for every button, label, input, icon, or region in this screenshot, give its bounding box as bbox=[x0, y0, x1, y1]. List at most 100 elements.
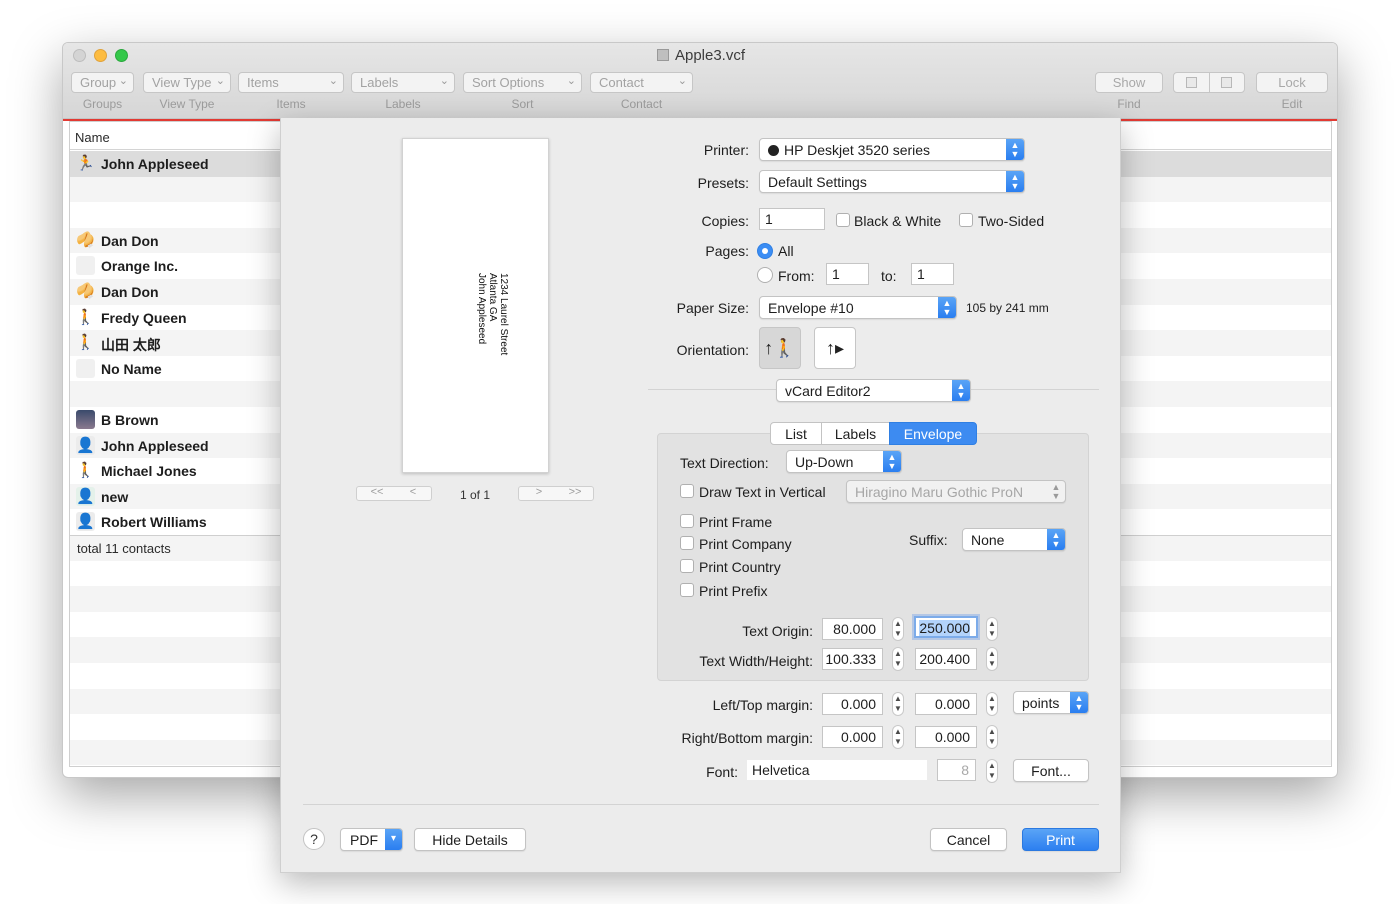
chevron-down-icon: ⌄ bbox=[215, 75, 225, 87]
top-margin-stepper[interactable]: ▲ ▼ bbox=[986, 692, 998, 716]
popup-arrows-icon: ▲ ▼ bbox=[1006, 139, 1024, 160]
pages-all-label: All bbox=[778, 243, 794, 259]
lock-button[interactable]: Lock bbox=[1256, 72, 1328, 93]
bottom-margin-field[interactable]: 0.000 bbox=[915, 726, 977, 748]
text-origin-x-field[interactable]: 80.000 bbox=[822, 618, 883, 640]
print-prefix-checkbox[interactable] bbox=[680, 583, 694, 597]
sort-caption: Sort bbox=[511, 97, 534, 111]
chevron-down-icon: ▾ bbox=[385, 829, 402, 850]
contact-popup[interactable]: Contact ⌄ bbox=[590, 72, 693, 93]
print-button[interactable]: Print bbox=[1022, 828, 1099, 851]
pages-to-field[interactable]: 1 bbox=[911, 263, 954, 285]
contact-name: Fredy Queen bbox=[101, 309, 187, 326]
view-type-popup[interactable]: View Type ⌄ bbox=[143, 72, 231, 93]
font-button[interactable]: Font... bbox=[1013, 759, 1089, 782]
previous-page-icon[interactable]: < bbox=[395, 486, 431, 498]
printer-popup[interactable]: HP Deskjet 3520 series ▲ ▼ bbox=[759, 138, 1025, 161]
black-white-checkbox[interactable] bbox=[836, 213, 850, 227]
column-header-name[interactable]: Name bbox=[75, 130, 110, 145]
app-pane-popup[interactable]: vCard Editor2 ▲ ▼ bbox=[776, 379, 971, 402]
next-page-icon[interactable]: > bbox=[521, 486, 557, 498]
popup-arrows-icon: ▲ ▼ bbox=[883, 451, 901, 472]
tab-envelope[interactable]: Envelope bbox=[889, 422, 977, 445]
print-country-checkbox[interactable] bbox=[680, 559, 694, 573]
right-margin-stepper[interactable]: ▲ ▼ bbox=[892, 725, 904, 749]
last-page-icon[interactable]: >> bbox=[557, 486, 593, 498]
portrait-orientation-button[interactable]: ↑🚶 bbox=[759, 327, 801, 369]
right-margin-field[interactable]: 0.000 bbox=[822, 726, 883, 748]
pages-from-field[interactable]: 1 bbox=[826, 263, 869, 285]
cancel-button[interactable]: Cancel bbox=[930, 828, 1007, 851]
chevron-down-icon: ⌄ bbox=[566, 75, 576, 87]
fortune-cookie-icon: 🥠 bbox=[76, 231, 95, 249]
pages-range-radio[interactable] bbox=[757, 267, 773, 283]
labels-caption: Labels bbox=[385, 97, 421, 111]
left-margin-stepper[interactable]: ▲ ▼ bbox=[892, 692, 904, 716]
view-toggle-segment[interactable] bbox=[1173, 72, 1245, 93]
envelope-address-preview: 1234 Laurel Street Atlanta GA John Apple… bbox=[476, 273, 509, 363]
sort-options-popup[interactable]: Sort Options ⌄ bbox=[463, 72, 582, 93]
window-title: Apple3.vcf bbox=[63, 47, 1337, 64]
bottom-margin-stepper[interactable]: ▲ ▼ bbox=[986, 725, 998, 749]
popup-arrows-icon: ▲ ▼ bbox=[1070, 692, 1088, 713]
preview-nav-forward[interactable]: > >> bbox=[518, 486, 594, 501]
pages-all-radio[interactable] bbox=[757, 243, 773, 259]
print-company-checkbox[interactable] bbox=[680, 536, 694, 550]
contact-name: Michael Jones bbox=[101, 463, 197, 480]
text-width-stepper[interactable]: ▲ ▼ bbox=[892, 647, 904, 671]
paper-size-popup[interactable]: Envelope #10 ▲ ▼ bbox=[759, 296, 957, 319]
print-frame-checkbox[interactable] bbox=[680, 514, 694, 528]
pages-from-label: From: bbox=[778, 268, 815, 284]
copies-label: Copies: bbox=[701, 213, 749, 229]
suffix-popup[interactable]: None ▲ ▼ bbox=[962, 528, 1066, 551]
text-direction-label: Text Direction: bbox=[680, 455, 769, 471]
copies-field[interactable]: 1 bbox=[759, 208, 825, 230]
font-label: Font: bbox=[706, 764, 738, 780]
font-size-stepper[interactable]: ▲ ▼ bbox=[986, 759, 998, 783]
text-width-field[interactable]: 100.333 bbox=[822, 648, 883, 670]
edit-caption: Edit bbox=[1281, 97, 1303, 111]
chevron-down-icon: ⌄ bbox=[118, 75, 128, 87]
draw-vertical-checkbox[interactable] bbox=[680, 484, 694, 498]
portrait-icon: ↑🚶 bbox=[764, 338, 796, 358]
vertical-font-popup[interactable]: Hiragino Maru Gothic ProN ▲ ▼ bbox=[846, 480, 1066, 503]
font-size-field[interactable]: 8 bbox=[937, 759, 976, 781]
presets-label: Presets: bbox=[697, 175, 749, 191]
draw-vertical-label: Draw Text in Vertical bbox=[699, 484, 826, 500]
paper-dimensions: 105 by 241 mm bbox=[966, 301, 1049, 315]
font-name-field[interactable]: Helvetica bbox=[746, 759, 928, 781]
text-origin-x-stepper[interactable]: ▲ ▼ bbox=[892, 617, 904, 641]
landscape-orientation-button[interactable]: ↑▸ bbox=[814, 327, 856, 369]
preview-line: John Appleseed bbox=[476, 273, 487, 345]
group-popup[interactable]: Group ⌄ bbox=[71, 72, 134, 93]
pdf-menu-button[interactable]: PDF ▾ bbox=[340, 828, 403, 851]
text-direction-popup[interactable]: Up-Down ▲ ▼ bbox=[786, 450, 902, 473]
units-popup[interactable]: points ▲ ▼ bbox=[1013, 691, 1089, 714]
print-prefix-label: Print Prefix bbox=[699, 583, 768, 599]
top-margin-field[interactable]: 0.000 bbox=[915, 693, 977, 715]
first-page-icon[interactable]: << bbox=[359, 486, 395, 498]
sidebar-right-icon bbox=[1221, 77, 1232, 88]
show-find-button[interactable]: Show bbox=[1095, 72, 1163, 93]
tab-labels[interactable]: Labels bbox=[821, 422, 890, 445]
footer-separator bbox=[303, 804, 1099, 805]
text-origin-y-field[interactable]: 250.000 bbox=[914, 616, 978, 638]
company-placeholder-icon bbox=[76, 256, 95, 276]
two-sided-checkbox[interactable] bbox=[959, 213, 973, 227]
left-margin-field[interactable]: 0.000 bbox=[822, 693, 883, 715]
preview-nav-back[interactable]: << < bbox=[356, 486, 432, 501]
title-bar: Apple3.vcf Group ⌄ Groups View Type ⌄ View… bbox=[63, 43, 1337, 119]
items-caption: Items bbox=[276, 97, 306, 111]
text-height-field[interactable]: 200.400 bbox=[915, 648, 977, 670]
hide-details-button[interactable]: Hide Details bbox=[414, 828, 526, 851]
contact-name: B Brown bbox=[101, 412, 159, 428]
presets-popup[interactable]: Default Settings ▲ ▼ bbox=[759, 170, 1025, 193]
tab-list[interactable]: List bbox=[770, 422, 822, 445]
text-height-stepper[interactable]: ▲ ▼ bbox=[986, 647, 998, 671]
items-popup[interactable]: Items ⌄ bbox=[238, 72, 344, 93]
help-button[interactable]: ? bbox=[303, 828, 325, 850]
popup-arrows-icon: ▲ ▼ bbox=[938, 297, 956, 318]
blank-placeholder-icon bbox=[76, 358, 95, 378]
text-origin-y-stepper[interactable]: ▲ ▼ bbox=[986, 617, 998, 641]
labels-popup[interactable]: Labels ⌄ bbox=[351, 72, 455, 93]
